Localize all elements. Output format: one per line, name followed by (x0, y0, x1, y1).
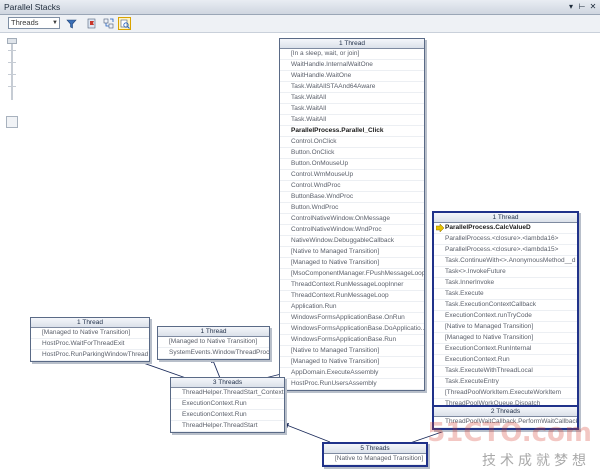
stack-frame[interactable]: WaitHandle.WaitOne (280, 71, 424, 82)
stack-frame[interactable]: Control.WmMouseUp (280, 170, 424, 181)
stack-frame[interactable]: Task.WaitAll (280, 104, 424, 115)
stack-frame[interactable]: Task.WaitAll (280, 115, 424, 126)
stack-frame[interactable]: [Managed to Native Transition] (434, 333, 577, 344)
frame-list: [Managed to Native Transition] SystemEve… (158, 337, 269, 359)
node-header: 1 Thread (434, 213, 577, 223)
stack-frame[interactable]: ControlNativeWindow.WndProc (280, 225, 424, 236)
stack-frame[interactable]: AppDomain.ExecuteAssembly (280, 368, 424, 379)
stack-frame[interactable]: [Native to Managed Transition] (280, 346, 424, 357)
stack-node-current-thread[interactable]: 1 Thread ParallelProcess.CalcValueD Para… (432, 211, 579, 412)
stack-node-parking-window[interactable]: 1 Thread [Managed to Native Transition] … (30, 317, 150, 362)
edge-n5-n4 (211, 357, 221, 379)
stack-frame[interactable]: ExecutionContext.Run (434, 355, 577, 366)
stack-frame[interactable]: Task.InnerInvoke (434, 278, 577, 289)
node-header: 1 Thread (280, 39, 424, 49)
watermark-slogan: 技术成就梦想 (482, 453, 590, 469)
stack-frame[interactable]: ParallelProcess.Parallel_Click (280, 126, 424, 137)
stack-frame[interactable]: Button.OnClick (280, 148, 424, 159)
stack-frame[interactable]: Button.WndProc (280, 203, 424, 214)
stack-frame[interactable]: Application.Run (280, 302, 424, 313)
stack-frame[interactable]: ParallelProcess.<closure>.<lambda15> (434, 245, 577, 256)
stack-frame[interactable]: Control.WndProc (280, 181, 424, 192)
stack-frame[interactable]: ExecutionContext.Run (171, 399, 284, 410)
stack-frame[interactable]: Control.OnClick (280, 137, 424, 148)
stack-frame[interactable]: [Managed to Native Transition] (280, 357, 424, 368)
node-header: 2 Threads (434, 407, 577, 417)
frame-list: ThreadHelper.ThreadStart_Context Executi… (171, 388, 284, 432)
stack-frame[interactable]: Task.ExecuteEntry (434, 377, 577, 388)
stack-node-main-thread[interactable]: 1 Thread [In a sleep, wait, or join] Wai… (279, 38, 425, 391)
stack-frame[interactable]: ParallelProcess.<closure>.<lambda16> (434, 234, 577, 245)
stack-frame[interactable]: HostProc.RunParkingWindowThread (31, 350, 149, 361)
stack-frame[interactable]: Task<>.InvokeFuture (434, 267, 577, 278)
stack-frame[interactable]: [In a sleep, wait, or join] (280, 49, 424, 60)
stack-frame[interactable]: ExecutionContext.RunInternal (434, 344, 577, 355)
stack-frame[interactable]: Task.ContinueWith<>.AnonymousMethod__d (434, 256, 577, 267)
frame-list: [Managed to Native Transition] HostProc.… (31, 328, 149, 361)
stack-frame[interactable]: [Managed to Native Transition] (31, 328, 149, 339)
stack-frame[interactable]: [Managed to Native Transition] (280, 258, 424, 269)
stack-node-root[interactable]: 5 Threads [Native to Managed Transition] (322, 442, 428, 467)
stack-frame[interactable]: [Native to Managed Transition] (434, 322, 577, 333)
node-header: 5 Threads (324, 444, 426, 454)
stack-frame[interactable]: ThreadHelper.ThreadStart (171, 421, 284, 432)
stack-frame[interactable]: ThreadContext.RunMessageLoopInner (280, 280, 424, 291)
stack-frame[interactable]: ExecutionContext.Run (171, 410, 284, 421)
edge-n7-n5 (283, 423, 331, 443)
stack-frame[interactable]: Task.ExecuteWithThreadLocal (434, 366, 577, 377)
stack-frame[interactable]: WindowsFormsApplicationBase.Run (280, 335, 424, 346)
stack-frame[interactable]: ExecutionContext.runTryCode (434, 311, 577, 322)
stack-frame[interactable]: WaitHandle.InternalWaitOne (280, 60, 424, 71)
stack-frame[interactable]: Task.ExecutionContextCallback (434, 300, 577, 311)
stack-node-thread-start[interactable]: 3 Threads ThreadHelper.ThreadStart_Conte… (170, 377, 285, 433)
stack-frame[interactable]: ThreadHelper.ThreadStart_Context (171, 388, 284, 399)
stack-frame[interactable]: NativeWindow.DebuggableCallback (280, 236, 424, 247)
stack-frame-current[interactable]: ParallelProcess.CalcValueD (434, 223, 577, 234)
stack-frame[interactable]: [MsoComponentManager.FPushMessageLoop (280, 269, 424, 280)
stack-frame[interactable]: Button.OnMouseUp (280, 159, 424, 170)
current-frame-arrow-icon (436, 224, 444, 232)
stack-frame[interactable]: WindowsFormsApplicationBase.DoApplicatio… (280, 324, 424, 335)
stack-frame[interactable]: ThreadContext.RunMessageLoop (280, 291, 424, 302)
frame-list: [Native to Managed Transition] (324, 454, 426, 465)
frame-list: [In a sleep, wait, or join] WaitHandle.I… (280, 49, 424, 390)
stack-frame[interactable]: Task.WaitAll (280, 93, 424, 104)
stack-frame[interactable]: [ThreadPoolWorkItem.ExecuteWorkItem (434, 388, 577, 399)
stack-frame[interactable]: ControlNativeWindow.OnMessage (280, 214, 424, 225)
stack-frame[interactable]: [Native to Managed Transition] (280, 247, 424, 258)
stack-frame[interactable]: [Native to Managed Transition] (324, 454, 426, 465)
node-header: 3 Threads (171, 378, 284, 388)
stack-frame[interactable]: ButtonBase.WndProc (280, 192, 424, 203)
stack-frame[interactable]: HostProc.RunUsersAssembly (280, 379, 424, 390)
stack-frame[interactable]: HostProc.WaitForThreadExit (31, 339, 149, 350)
watermark-logo: 51CTO.com (427, 418, 592, 448)
stack-node-system-events[interactable]: 1 Thread [Managed to Native Transition] … (157, 326, 270, 360)
stack-frame[interactable]: Task.Execute (434, 289, 577, 300)
node-header: 1 Thread (158, 327, 269, 337)
stack-frame[interactable]: SystemEvents.WindowThreadProc (158, 348, 269, 359)
frame-label: ParallelProcess.CalcValueD (445, 224, 531, 231)
node-header: 1 Thread (31, 318, 149, 328)
stack-frame[interactable]: Task.WaitAllSTAAnd64Aware (280, 82, 424, 93)
stack-frame[interactable]: [Managed to Native Transition] (158, 337, 269, 348)
stack-frame[interactable]: WindowsFormsApplicationBase.OnRun (280, 313, 424, 324)
frame-list: ParallelProcess.CalcValueD ParallelProce… (434, 223, 577, 410)
